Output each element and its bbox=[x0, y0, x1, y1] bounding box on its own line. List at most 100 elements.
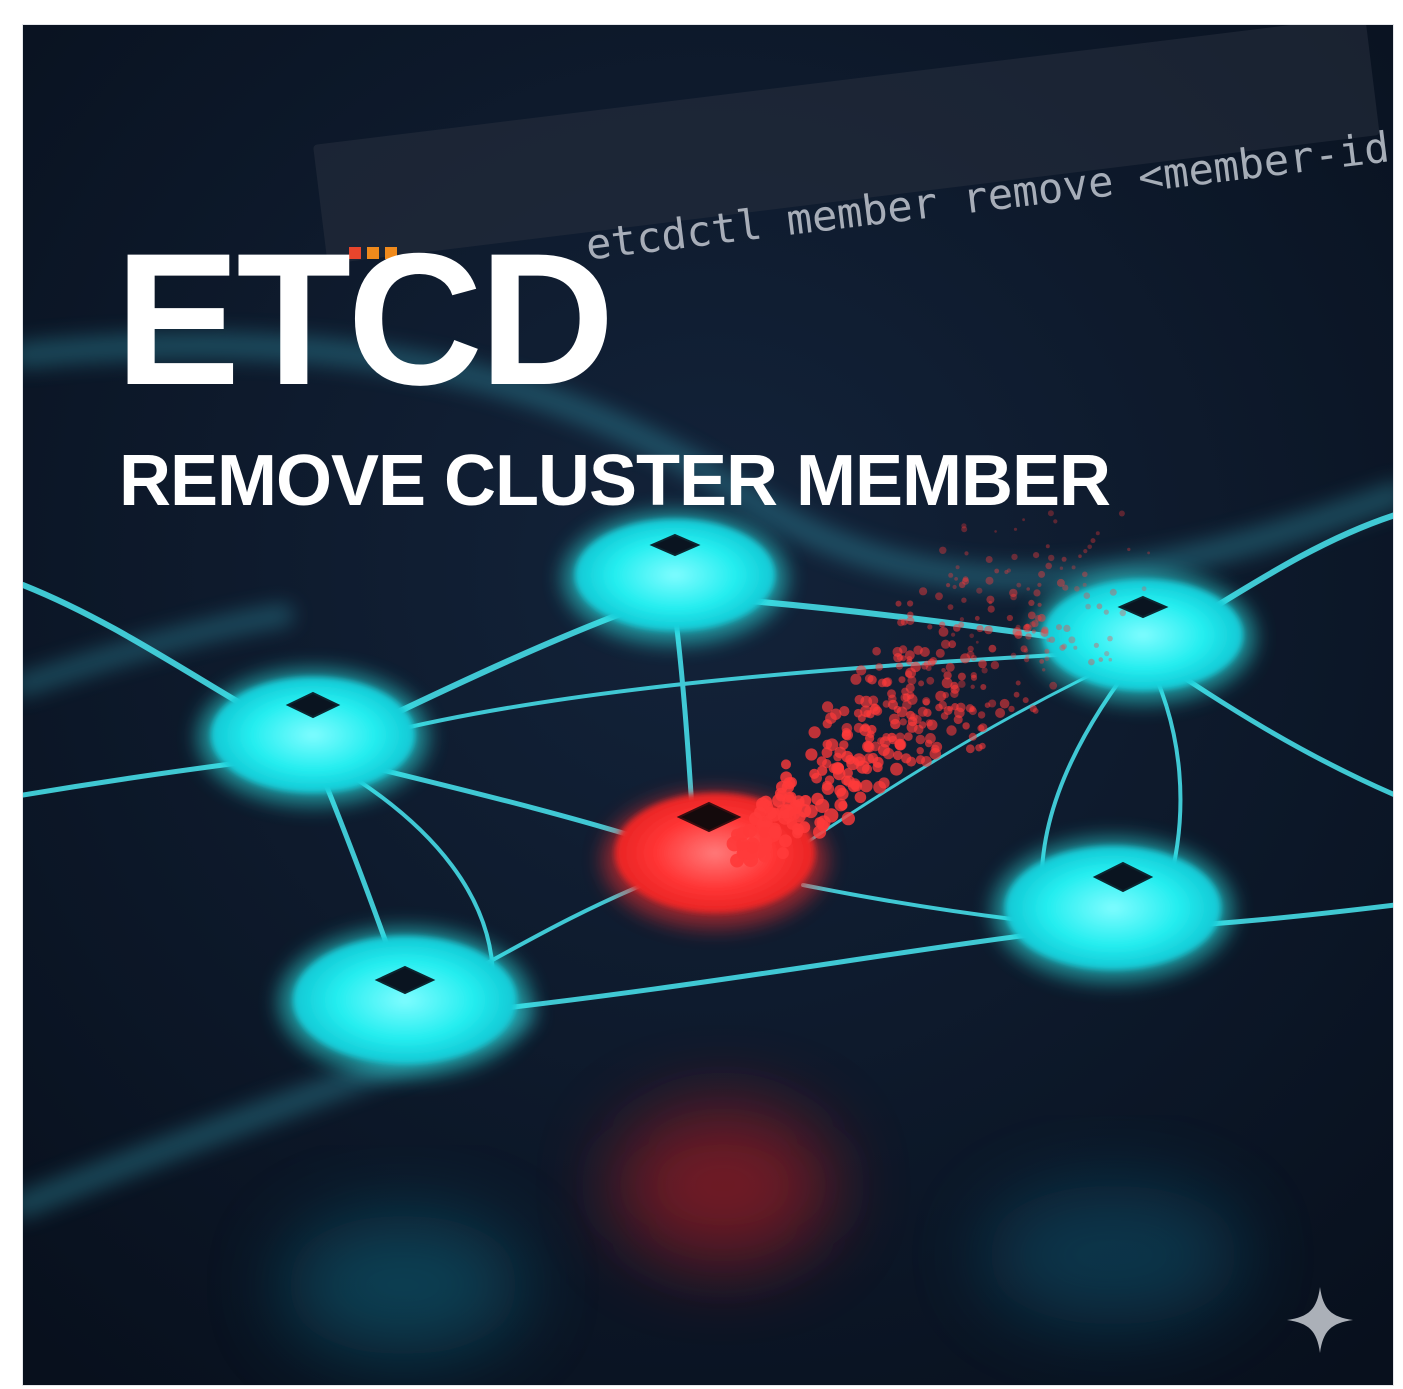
particle bbox=[910, 661, 921, 673]
particle bbox=[850, 673, 862, 685]
particle bbox=[907, 675, 917, 685]
particle bbox=[1020, 645, 1028, 653]
particle bbox=[941, 639, 951, 649]
particle bbox=[1096, 603, 1103, 610]
particle bbox=[994, 568, 1000, 574]
particle bbox=[1108, 657, 1113, 662]
particle bbox=[883, 677, 893, 687]
particle bbox=[834, 798, 848, 812]
particle bbox=[834, 784, 847, 797]
particle bbox=[890, 762, 903, 776]
particle bbox=[1048, 554, 1055, 562]
particle bbox=[1045, 562, 1052, 570]
particle bbox=[847, 780, 860, 793]
page-subtitle: REMOVE CLUSTER MEMBER bbox=[119, 441, 1111, 521]
particle bbox=[979, 742, 986, 750]
particle bbox=[919, 647, 930, 657]
particle bbox=[939, 621, 946, 628]
particle bbox=[1118, 510, 1125, 517]
particle bbox=[888, 694, 897, 704]
particle bbox=[1127, 547, 1131, 552]
particle bbox=[965, 744, 975, 754]
particle bbox=[899, 645, 908, 654]
particle bbox=[1027, 611, 1036, 620]
particle bbox=[904, 732, 913, 741]
particle bbox=[813, 825, 827, 839]
particle bbox=[1056, 578, 1065, 587]
particle bbox=[1082, 582, 1087, 587]
particle bbox=[1083, 592, 1091, 599]
particle bbox=[977, 711, 986, 719]
particle bbox=[808, 726, 821, 739]
particle bbox=[968, 732, 977, 741]
page-title: ETCD bbox=[115, 214, 615, 424]
particle bbox=[976, 625, 984, 633]
particle bbox=[897, 618, 905, 627]
particle bbox=[1031, 620, 1039, 628]
particle bbox=[822, 780, 832, 791]
particle bbox=[1037, 602, 1042, 607]
particle bbox=[1109, 588, 1117, 596]
particle bbox=[1015, 680, 1021, 686]
particle bbox=[839, 706, 850, 717]
particle bbox=[984, 702, 991, 708]
particle bbox=[1098, 657, 1104, 662]
particle bbox=[1044, 656, 1050, 662]
particle bbox=[832, 762, 844, 774]
particle bbox=[958, 680, 966, 688]
particle bbox=[860, 779, 873, 793]
particle bbox=[792, 827, 803, 839]
particle bbox=[954, 707, 965, 719]
particle bbox=[948, 572, 954, 578]
particle bbox=[736, 837, 750, 851]
particle bbox=[917, 706, 928, 717]
particle bbox=[957, 672, 966, 681]
particle bbox=[939, 546, 947, 554]
particle bbox=[954, 577, 958, 581]
particle bbox=[792, 795, 805, 808]
particle bbox=[768, 825, 782, 839]
particle bbox=[955, 565, 960, 570]
particle bbox=[926, 719, 938, 731]
particle bbox=[1033, 589, 1041, 597]
particle bbox=[925, 665, 932, 672]
particle bbox=[926, 676, 935, 685]
particle bbox=[1085, 603, 1091, 610]
particle bbox=[805, 748, 818, 761]
particle bbox=[960, 653, 971, 664]
particle bbox=[965, 704, 975, 713]
particle bbox=[950, 684, 960, 694]
particle bbox=[915, 755, 926, 765]
particle bbox=[974, 615, 980, 621]
particle bbox=[854, 694, 865, 705]
particle bbox=[1059, 566, 1064, 570]
particle bbox=[985, 576, 994, 585]
particle bbox=[1042, 668, 1046, 672]
particle bbox=[1087, 544, 1092, 550]
particle bbox=[987, 605, 995, 613]
particle bbox=[967, 645, 974, 653]
particle bbox=[854, 791, 867, 804]
particle bbox=[942, 691, 949, 699]
particle bbox=[988, 644, 997, 653]
particle bbox=[898, 676, 906, 684]
particle bbox=[1028, 599, 1035, 607]
particle bbox=[918, 680, 925, 687]
particle bbox=[804, 804, 818, 819]
particle bbox=[1031, 629, 1036, 634]
particle bbox=[841, 723, 853, 734]
particle bbox=[943, 671, 952, 680]
particle bbox=[947, 705, 954, 712]
particle bbox=[872, 706, 883, 716]
particle bbox=[781, 759, 791, 770]
particle bbox=[961, 526, 968, 533]
particle bbox=[1046, 637, 1051, 643]
particle bbox=[1093, 642, 1099, 648]
particle bbox=[872, 646, 881, 656]
particle bbox=[975, 640, 979, 644]
particle bbox=[742, 823, 757, 838]
particle bbox=[1025, 633, 1032, 640]
particle bbox=[906, 756, 917, 767]
particle bbox=[935, 703, 943, 712]
particle bbox=[962, 576, 969, 583]
